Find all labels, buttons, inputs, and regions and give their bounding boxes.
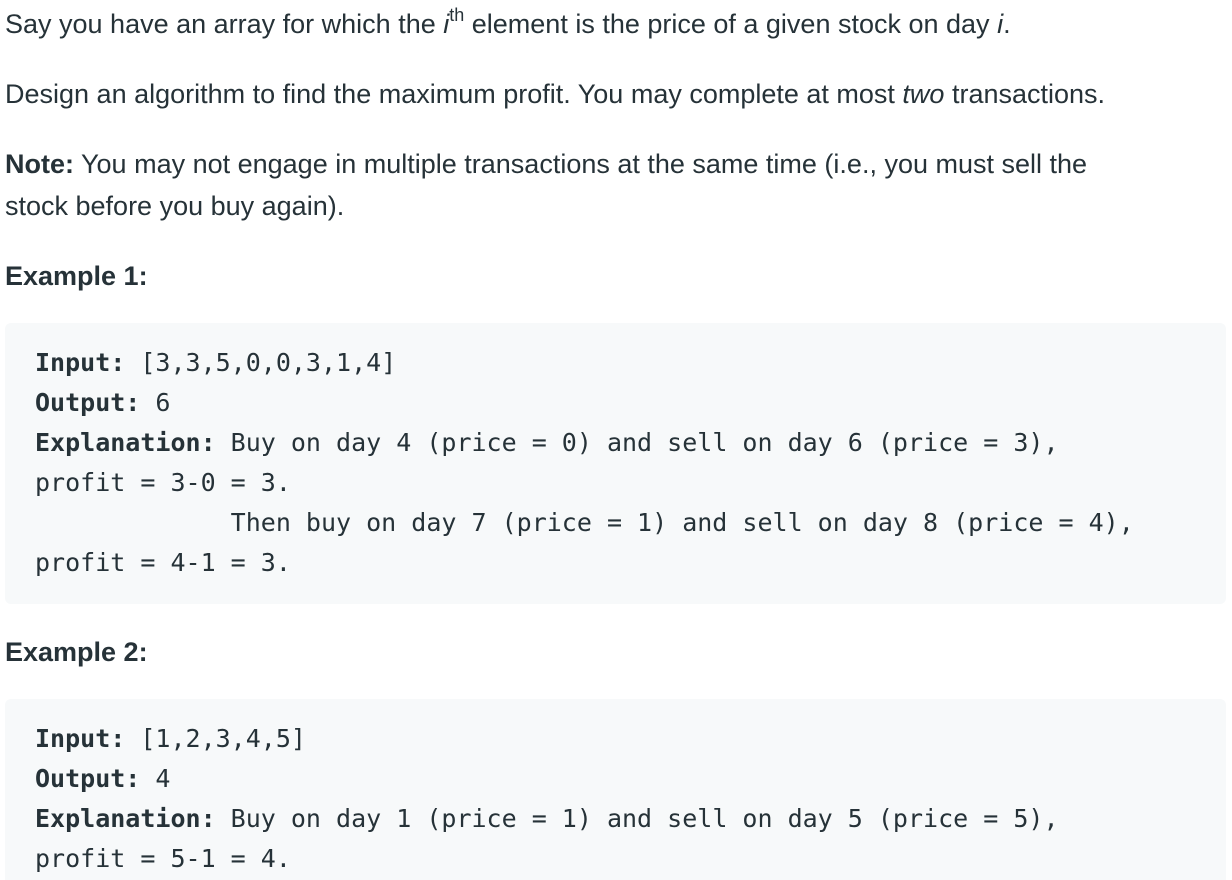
example-2-input-value: [1,2,3,4,5] — [125, 724, 306, 753]
example-1-input-value: [3,3,5,0,0,3,1,4] — [125, 348, 397, 377]
example-2-input-line: Input: [1,2,3,4,5] — [35, 719, 306, 759]
example-1-explanation-text-1: Buy on day 4 (price = 0) and sell on day… — [215, 428, 1059, 457]
task-emphasis: two — [902, 79, 945, 109]
note-paragraph-line-2: stock before you buy again). — [5, 185, 344, 227]
example-2-explanation-text-2: profit = 5-1 = 4. — [35, 844, 291, 873]
task-text-2: transactions. — [944, 79, 1106, 109]
note-label: Note: — [5, 149, 74, 179]
example-1-output-line: Output: 6 — [35, 383, 170, 423]
example-1-explanation-text-4: profit = 4-1 = 3. — [35, 548, 291, 577]
example-1-explanation-text-2: profit = 3-0 = 3. — [35, 468, 291, 497]
intro-paragraph: Say you have an array for which the ith … — [5, 3, 1011, 45]
example-2-input-label: Input: — [35, 724, 126, 753]
note-text-line-2: stock before you buy again). — [5, 191, 345, 221]
example-1-input-label: Input: — [35, 348, 126, 377]
task-paragraph: Design an algorithm to find the maximum … — [5, 73, 1105, 115]
intro-text-3: . — [1003, 9, 1011, 39]
intro-th-superscript: th — [449, 5, 465, 25]
example-1-explanation-line: Explanation: Buy on day 4 (price = 0) an… — [35, 423, 1059, 463]
example-2-heading: Example 2: — [5, 637, 148, 667]
example-2-output-label: Output: — [35, 764, 141, 793]
example-1-explanation-label: Explanation: — [35, 428, 216, 457]
example-2-explanation-line: Explanation: Buy on day 1 (price = 1) an… — [35, 799, 1059, 839]
example-2-explanation-label: Explanation: — [35, 804, 216, 833]
task-text-1: Design an algorithm to find the maximum … — [5, 79, 903, 109]
example-1-output-label: Output: — [35, 388, 141, 417]
example-2-output-value: 4 — [140, 764, 171, 793]
example-1-explanation-text-3: Then buy on day 7 (price = 1) and sell o… — [35, 508, 1134, 537]
example-1-heading: Example 1: — [5, 261, 148, 291]
example-1-code-block: Input: [3,3,5,0,0,3,1,4] Output: 6 Expla… — [5, 323, 1226, 604]
example-2-code-block: Input: [1,2,3,4,5] Output: 4 Explanation… — [5, 699, 1226, 880]
example-1-input-line: Input: [3,3,5,0,0,3,1,4] — [35, 343, 396, 383]
example-2-output-line: Output: 4 — [35, 759, 170, 799]
example-2-explanation-text-1: Buy on day 1 (price = 1) and sell on day… — [215, 804, 1059, 833]
example-1-output-value: 6 — [140, 388, 171, 417]
note-text-line-1: You may not engage in multiple transacti… — [74, 149, 1088, 179]
intro-text-1: Say you have an array for which the — [5, 9, 444, 39]
intro-text-2: element is the price of a given stock on… — [464, 9, 998, 39]
note-paragraph: Note: You may not engage in multiple tra… — [5, 143, 1087, 185]
